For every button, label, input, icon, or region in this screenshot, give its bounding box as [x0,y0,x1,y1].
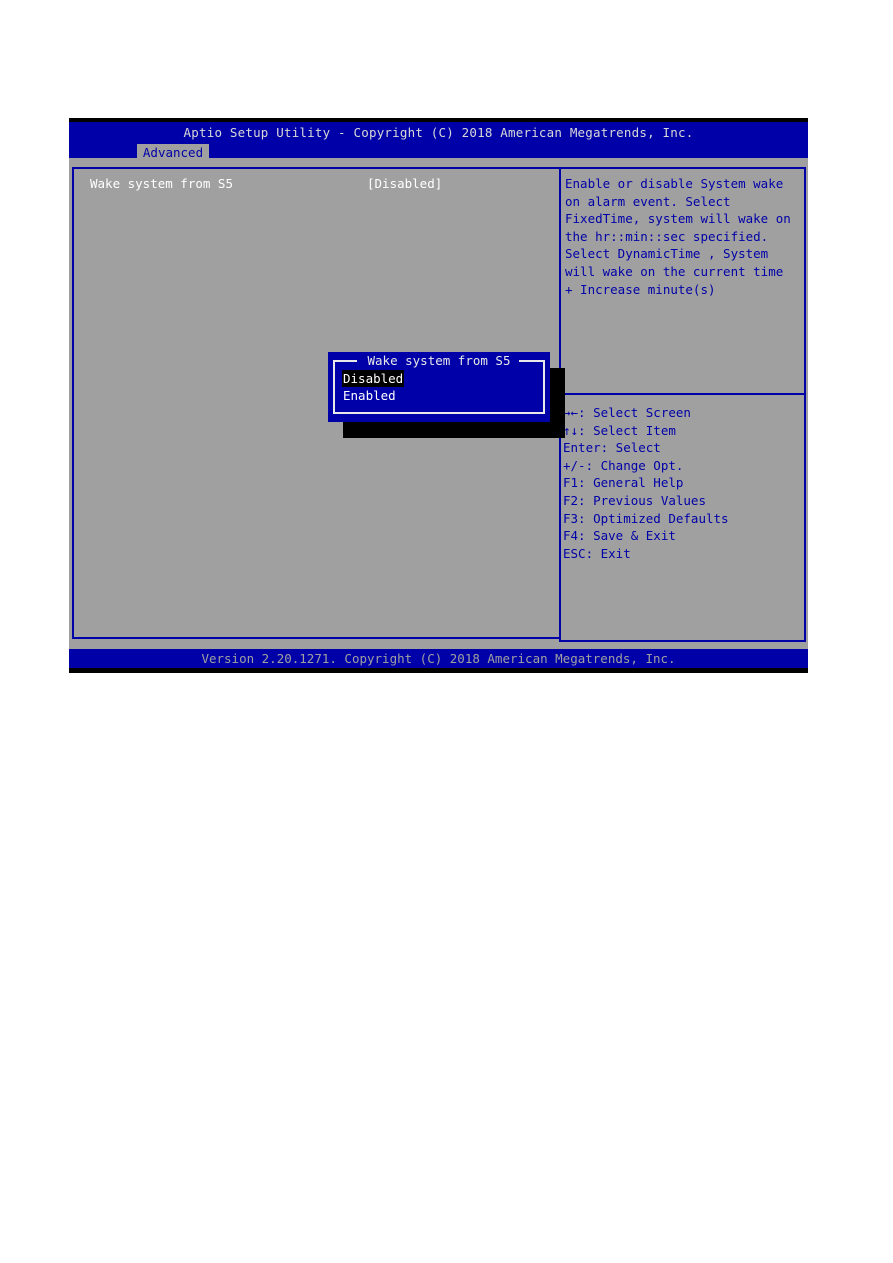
key-optimized-defaults: F3: Optimized Defaults [563,510,729,526]
key-enter-select: Enter: Select [563,440,661,456]
key-select-screen: →←: Select Screen [563,405,691,420]
popup-title: Wake system from S5 [359,353,519,368]
setting-value[interactable]: [Disabled] [367,175,442,193]
key-change-opt: +/-: Change Opt. [563,457,684,473]
header-title: Aptio Setup Utility - Copyright (C) 2018… [183,125,694,140]
key-save-exit: F4: Save & Exit [563,528,676,544]
help-line: + Increase minute(s) [565,281,716,297]
tab-advanced[interactable]: Advanced [137,144,209,162]
option-popup: Wake system from S5 Disabled Enabled [328,352,550,422]
help-divider [561,393,804,395]
footer-version: Version 2.20.1271. Copyright (C) 2018 Am… [69,649,808,668]
key-general-help: F1: General Help [563,475,684,491]
help-text: Enable or disable System wake on alarm e… [565,175,801,298]
setting-label: Wake system from S5 [90,176,233,191]
key-legend: →←: Select Screen ↑↓: Select Item Enter:… [563,404,803,562]
key-select-item: ↑↓: Select Item [563,422,676,438]
help-line: Enable or disable System wake [565,176,784,191]
help-line: the hr::min::sec specified. [565,228,769,244]
key-esc-exit: ESC: Exit [563,545,631,561]
popup-option-disabled[interactable]: Disabled [342,370,405,387]
help-line: Select DynamicTime , System [565,246,769,262]
header-bar: Aptio Setup Utility - Copyright (C) 2018… [69,122,808,162]
bottom-border-band [69,668,808,673]
help-line: will wake on the current time [565,263,784,279]
key-previous-values: F2: Previous Values [563,492,706,508]
bios-setup-screen: Aptio Setup Utility - Copyright (C) 2018… [69,118,808,673]
setting-wake-system-from-s5[interactable]: Wake system from S5 [Disabled] [90,175,550,193]
help-line: FixedTime, system will wake on [565,211,791,227]
help-panel: Enable or disable System wake on alarm e… [559,167,806,642]
help-line: on alarm event. Select [565,193,731,209]
popup-option-enabled[interactable]: Enabled [342,387,397,404]
